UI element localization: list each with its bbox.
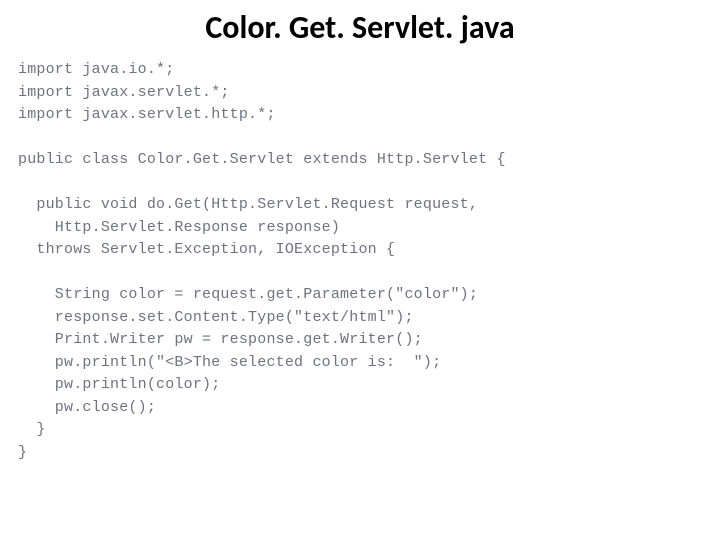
code-line: Print.Writer pw = response.get.Writer(); xyxy=(18,331,423,348)
code-line: import javax.servlet.*; xyxy=(18,84,230,101)
code-line: public class Color.Get.Servlet extends H… xyxy=(18,151,506,168)
code-line: import java.io.*; xyxy=(18,61,174,78)
code-line: import javax.servlet.http.*; xyxy=(18,106,276,123)
code-line: } xyxy=(18,444,27,461)
code-line: pw.close(); xyxy=(18,399,156,416)
code-line: pw.println("<B>The selected color is: ")… xyxy=(18,354,441,371)
code-block: import java.io.*; import javax.servlet.*… xyxy=(0,59,720,464)
code-line: } xyxy=(18,421,46,438)
code-line: public void do.Get(Http.Servlet.Request … xyxy=(18,196,478,213)
page-title: Color. Get. Servlet. java xyxy=(0,0,720,59)
code-line: throws Servlet.Exception, IOException { xyxy=(18,241,395,258)
code-line: Http.Servlet.Response response) xyxy=(18,219,340,236)
code-line: pw.println(color); xyxy=(18,376,220,393)
code-line: response.set.Content.Type("text/html"); xyxy=(18,309,414,326)
code-line: String color = request.get.Parameter("co… xyxy=(18,286,478,303)
